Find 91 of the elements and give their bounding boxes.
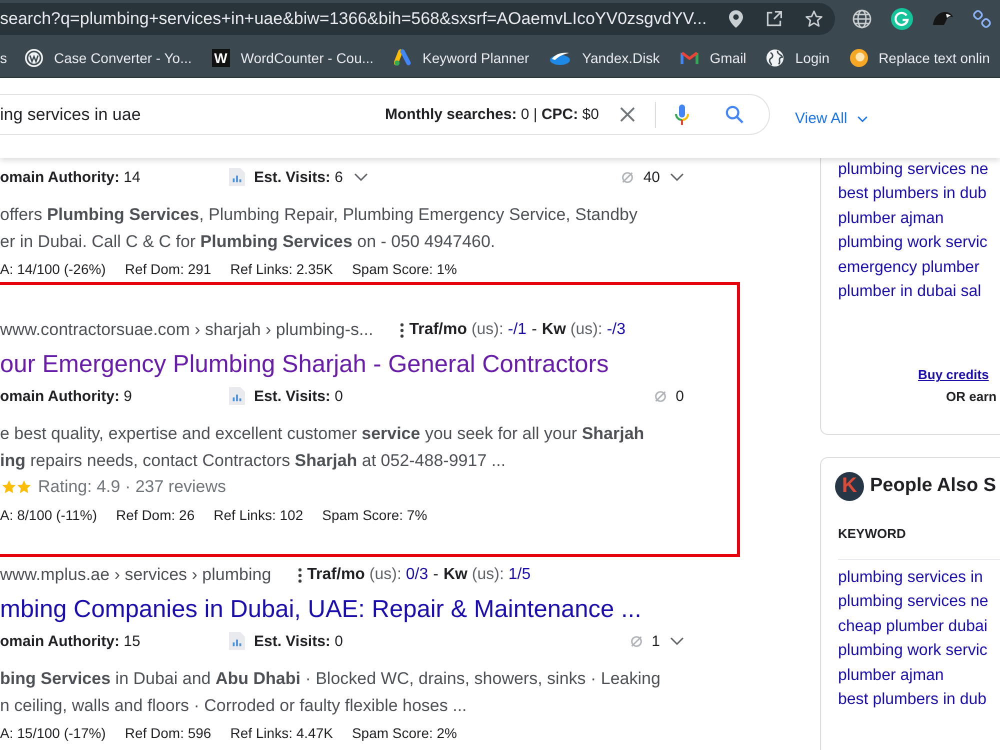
rating-text: Rating: 4.9 · 237 reviews — [38, 477, 226, 497]
estimated-visits: Est. Visits: 6 — [254, 168, 343, 186]
bookmark-link[interactable]: WordCounter - Cou... — [240, 50, 374, 66]
seo-metric: A: 15/100 (-17%) — [0, 725, 106, 741]
microphone-icon[interactable] — [675, 104, 689, 126]
domain-authority: omain Authority: 14 — [0, 168, 142, 186]
earn-credits-text: OR earn — [946, 388, 998, 406]
chart-document-icon — [229, 632, 245, 650]
view-all-link[interactable]: View All — [795, 110, 848, 127]
address-bar[interactable]: search?q=plumbing+services+in+uae&biw=1366&bih=568&sxsrf=AOaemvLIcoYV0zsgvdYV... — [0, 3, 835, 35]
backlink-count: 0 — [676, 388, 684, 404]
url-text: search?q=plumbing+services+in+uae&biw=1366&bih=568&sxsrf=AOaemvLIcoYV0zsgvdYV... — [0, 9, 707, 29]
chevron-down-icon[interactable] — [670, 637, 684, 645]
domain-authority: omain Authority: 15 — [0, 632, 142, 650]
link-icon — [628, 634, 644, 648]
estimated-visits: Est. Visits: 0 — [254, 388, 343, 404]
seo-metric: Spam Score: 7% — [322, 507, 428, 523]
keyword-link[interactable]: plumber in dubai sal — [838, 280, 1000, 304]
traffic-metrics: Traf/mo (us): -/1 - Kw (us): -/3 — [409, 321, 626, 339]
seo-metric: Ref Dom: 291 — [124, 261, 212, 277]
letter-logo: K — [835, 472, 864, 500]
seo-metric: Spam Score: 1% — [352, 261, 458, 277]
result-title-link[interactable]: mbing Companies in Dubai, UAE: Repair & Maintenance ... — [0, 594, 740, 626]
seo-metric: A: 8/100 (-11%) — [0, 507, 98, 523]
bird-icon[interactable] — [932, 10, 954, 28]
result-title-link[interactable]: our Emergency Plumbing Sharjah - General Contractors — [0, 349, 737, 381]
traffic-metrics: Traf/mo (us): 0/3 - Kw (us): 1/5 — [307, 566, 531, 584]
bookmark-link[interactable]: s — [0, 50, 7, 66]
chevron-down-icon[interactable] — [857, 116, 868, 123]
result-snippet: e best quality, expertise and excellent customer service you seek for all your Sharjah ing repairs needs, contact Contractors Sharjah at 052-488-9917 ... — [0, 423, 646, 472]
vertical-dots-icon[interactable] — [298, 568, 302, 582]
backlink-count: 40 — [643, 168, 660, 186]
bookmark-link[interactable]: Keyword Planner — [422, 50, 530, 66]
keyword-link[interactable]: cheap plumber dubai — [838, 614, 1000, 640]
star-outline-icon[interactable] — [804, 10, 823, 28]
seo-metric: Ref Links: 2.35K — [230, 261, 333, 277]
close-icon[interactable] — [620, 107, 635, 122]
keyword-link[interactable]: plumbing services in — [838, 566, 1000, 590]
chain-icon[interactable] — [973, 10, 991, 28]
envelope-icon — [680, 50, 699, 65]
triangle-logo-icon — [394, 48, 412, 66]
domain-authority: omain Authority: 9 — [0, 388, 133, 404]
search-input[interactable]: ing services in uae — [0, 104, 375, 124]
keyword-link[interactable]: emergency plumber — [838, 256, 1000, 280]
link-icon — [620, 170, 636, 184]
result-url[interactable]: www.contractorsuae.com › sharjah › plumbing-s... — [0, 320, 374, 340]
vertical-dots-icon[interactable] — [400, 322, 404, 338]
card-title: People Also S — [870, 475, 996, 497]
bookmark-link[interactable]: Login — [795, 50, 830, 66]
seo-metric: Ref Links: 102 — [214, 507, 304, 523]
bookmark-link[interactable]: Gmail — [710, 50, 746, 66]
result-snippet: bing Services in Dubai and Abu Dhabi · Blocked WC, drains, showers, sinks · Leaking n ceiling, walls and floors · Corroded or faulty flexible hoses ... — [0, 668, 662, 717]
seo-metric: Ref Dom: 26 — [116, 507, 195, 523]
keyword-link[interactable]: plumbing services ne — [838, 590, 1000, 615]
chart-document-icon — [229, 168, 245, 186]
keyword-link[interactable]: plumbing work servic — [838, 639, 1000, 664]
star-icon — [2, 480, 16, 494]
keyword-link[interactable]: plumbing services ne — [838, 158, 1000, 182]
estimated-visits: Est. Visits: 0 — [254, 632, 343, 650]
seo-metric: Spam Score: 2% — [352, 725, 458, 741]
result-snippet: offers Plumbing Services, Plumbing Repair, Plumbing Emergency Service, Standby er in Dubai. Call C & C for Plumbing Services on - 050 4947460. — [0, 204, 639, 253]
seo-metric: A: 14/100 (-26%) — [0, 261, 106, 277]
star-icon — [17, 480, 31, 494]
search-volume-text: Monthly searches: 0 | CPC: $0 — [385, 106, 599, 123]
keyword-link[interactable]: plumber ajman — [838, 664, 1000, 688]
seo-metric: Ref Links: 4.47K — [230, 725, 333, 741]
keyword-link[interactable]: best plumbers in dub — [838, 688, 1000, 712]
keyword-link[interactable]: best plumbers in dub — [838, 182, 1000, 207]
column-header: KEYWORD — [838, 526, 907, 542]
bookmark-link[interactable]: Case Converter - Yo... — [54, 50, 192, 66]
location-pin-icon[interactable] — [728, 10, 743, 28]
share-icon[interactable] — [764, 10, 783, 28]
keyword-link[interactable]: plumbing work servic — [838, 231, 1000, 256]
letter-logo: W — [212, 48, 230, 66]
circle-logo-icon — [850, 48, 868, 66]
search-icon[interactable] — [725, 105, 744, 124]
round-badge-icon[interactable] — [891, 8, 913, 30]
round-logo-icon — [25, 48, 43, 66]
chevron-down-icon[interactable] — [354, 173, 368, 181]
chart-document-icon — [229, 387, 245, 405]
link-icon — [652, 388, 668, 404]
buy-credits-link[interactable]: Buy credits — [918, 367, 989, 382]
result-url[interactable]: www.mplus.ae › services › plumbing — [0, 565, 272, 585]
globe-icon — [766, 48, 784, 66]
bookmark-link[interactable]: Replace text onlin — [878, 50, 990, 66]
chevron-down-icon[interactable] — [670, 173, 684, 181]
backlink-count: 1 — [652, 632, 660, 650]
keyword-link[interactable]: plumber ajman — [838, 206, 1000, 232]
globe-icon[interactable] — [852, 9, 872, 29]
seo-metric: Ref Dom: 596 — [124, 725, 212, 741]
bookmark-link[interactable]: Yandex.Disk — [582, 50, 660, 66]
